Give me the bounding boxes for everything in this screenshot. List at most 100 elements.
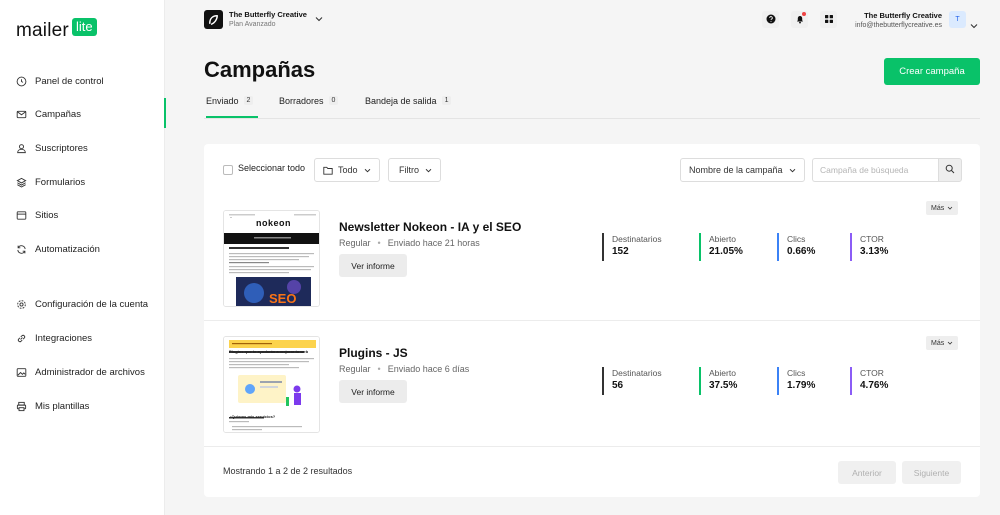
campaign-row: nokeon SEO Newsletter Nokeon - IA y el S… — [204, 198, 980, 322]
workspace-logo — [204, 10, 223, 29]
campaign-type: Regular — [339, 364, 371, 374]
search-icon — [945, 161, 955, 179]
sidebar-item-sites[interactable]: Sitios — [0, 202, 165, 228]
search-input[interactable] — [812, 158, 938, 182]
view-report-button[interactable]: Ver informe — [339, 380, 407, 403]
workspace-plan: Plan Avanzado — [229, 21, 276, 28]
stat-label: Clics — [787, 234, 806, 244]
sidebar-item-dashboard[interactable]: Panel de control — [0, 68, 165, 94]
row-divider — [204, 320, 980, 321]
stat-bar — [850, 233, 852, 261]
page-title: Campañas — [204, 57, 316, 82]
select-all-label[interactable]: Seleccionar todo — [238, 163, 305, 173]
more-label: Más — [931, 339, 945, 347]
stat-value: 3.13% — [860, 246, 889, 257]
sidebar-item-file-manager[interactable]: Administrador de archivos — [0, 359, 165, 385]
campaign-thumbnail[interactable]: nokeon SEO — [223, 210, 320, 307]
sidebar-item-integrations[interactable]: Integraciones — [0, 325, 165, 351]
stat-value: 1.79% — [787, 380, 816, 391]
sidebar-item-forms[interactable]: Formularios — [0, 169, 165, 195]
chevron-down-icon — [947, 340, 953, 347]
campaign-meta: Regular • Enviado hace 6 días — [339, 364, 469, 374]
link-icon — [16, 333, 27, 344]
tab-label: Enviado — [206, 96, 239, 106]
brand-logo[interactable]: mailer lite — [16, 18, 97, 42]
chevron-down-icon — [425, 165, 432, 175]
stat-bar — [699, 233, 701, 261]
notifications-button[interactable] — [791, 11, 808, 28]
sidebar-item-label: Sitios — [35, 209, 59, 221]
workspace-name: The Butterfly Creative — [229, 10, 307, 19]
sidebar-item-campaigns[interactable]: Campañas — [0, 98, 166, 128]
workspace-switcher[interactable]: The Butterfly Creative Plan Avanzado — [204, 10, 323, 29]
campaign-thumbnail[interactable]: Plugins que te ayudarán a mejorar tu web… — [223, 336, 320, 433]
tab-count: 2 — [243, 96, 254, 105]
stat-value: 21.05% — [709, 246, 743, 257]
sidebar-item-subscribers[interactable]: Suscriptores — [0, 135, 165, 161]
stat-value: 0.66% — [787, 246, 816, 257]
filters-bar: Seleccionar todo Todo Filtro Nombre de l… — [204, 158, 980, 182]
thumbnail-brand: nokeon — [256, 218, 292, 228]
mail-icon — [16, 109, 27, 120]
image-icon — [16, 367, 27, 378]
more-button[interactable]: Más — [926, 336, 959, 350]
tab-drafts[interactable]: Borradores 0 — [279, 96, 339, 118]
more-button[interactable]: Más — [926, 201, 959, 215]
refresh-icon — [16, 244, 27, 255]
filter-dropdown[interactable]: Filtro — [388, 158, 441, 182]
sidebar-item-label: Integraciones — [35, 332, 93, 344]
campaign-name[interactable]: Plugins - JS — [339, 346, 408, 360]
results-count: Mostrando 1 a 2 de 2 resultados — [223, 466, 353, 476]
next-page-button[interactable]: Siguiente — [902, 461, 961, 484]
stat-bar — [602, 233, 604, 261]
campaign-name[interactable]: Newsletter Nokeon - IA y el SEO — [339, 220, 521, 234]
user-menu[interactable]: The Butterfly Creative info@thebutterfly… — [855, 11, 942, 30]
previous-page-button[interactable]: Anterior — [838, 461, 896, 484]
stat-clicks: Clics 0.66% — [777, 233, 815, 261]
tab-label: Borradores — [279, 96, 324, 106]
stat-bar — [602, 367, 604, 395]
user-email: info@thebutterflycreative.es — [855, 22, 942, 29]
sidebar-item-automation[interactable]: Automatización — [0, 236, 165, 262]
filter-dropdown-label: Filtro — [399, 165, 419, 175]
tab-label: Bandeja de salida — [365, 96, 437, 106]
chevron-down-icon — [947, 205, 953, 212]
help-button[interactable] — [762, 11, 779, 28]
grid-icon — [824, 11, 834, 29]
search-button[interactable] — [938, 158, 962, 182]
help-icon — [766, 11, 776, 29]
sidebar-item-templates[interactable]: Mis plantillas — [0, 393, 165, 419]
avatar[interactable]: T — [949, 11, 966, 28]
stat-value: 56 — [612, 380, 624, 391]
sidebar-item-account-settings[interactable]: Configuración de la cuenta — [0, 291, 165, 317]
more-label: Más — [931, 204, 945, 212]
select-all-checkbox[interactable] — [223, 165, 233, 175]
stat-label: CTOR — [860, 234, 884, 244]
campaign-type: Regular — [339, 238, 371, 248]
sidebar-item-label: Administrador de archivos — [35, 366, 145, 378]
sort-dropdown-value: Nombre de la campaña — [689, 165, 783, 175]
thumbnail-hero-text: SEO — [269, 291, 297, 306]
tab-count: 0 — [328, 96, 339, 105]
stat-ctor: CTOR 3.13% — [850, 233, 888, 261]
user-name: The Butterfly Creative — [864, 11, 942, 20]
folder-dropdown-value: Todo — [338, 165, 358, 175]
stat-label: CTOR — [860, 368, 884, 378]
view-report-button[interactable]: Ver informe — [339, 254, 407, 277]
sort-dropdown[interactable]: Nombre de la campaña — [680, 158, 805, 182]
apps-button[interactable] — [820, 11, 837, 28]
create-campaign-button[interactable]: Crear campaña — [884, 58, 980, 85]
sidebar-item-label: Formularios — [35, 176, 86, 188]
sidebar-item-label: Automatización — [35, 243, 100, 255]
chevron-down-icon[interactable] — [970, 16, 978, 34]
row-divider — [204, 446, 980, 447]
logo-badge: lite — [71, 18, 97, 36]
chevron-down-icon — [789, 165, 796, 175]
stat-label: Abierto — [709, 234, 736, 244]
folder-dropdown[interactable]: Todo — [314, 158, 380, 182]
browser-icon — [16, 210, 27, 221]
separator: • — [377, 364, 381, 374]
campaign-row: Plugins que te ayudarán a mejorar tu web… — [204, 324, 980, 448]
tab-sent[interactable]: Enviado 2 — [206, 96, 258, 118]
tab-outbox[interactable]: Bandeja de salida 1 — [365, 96, 452, 118]
